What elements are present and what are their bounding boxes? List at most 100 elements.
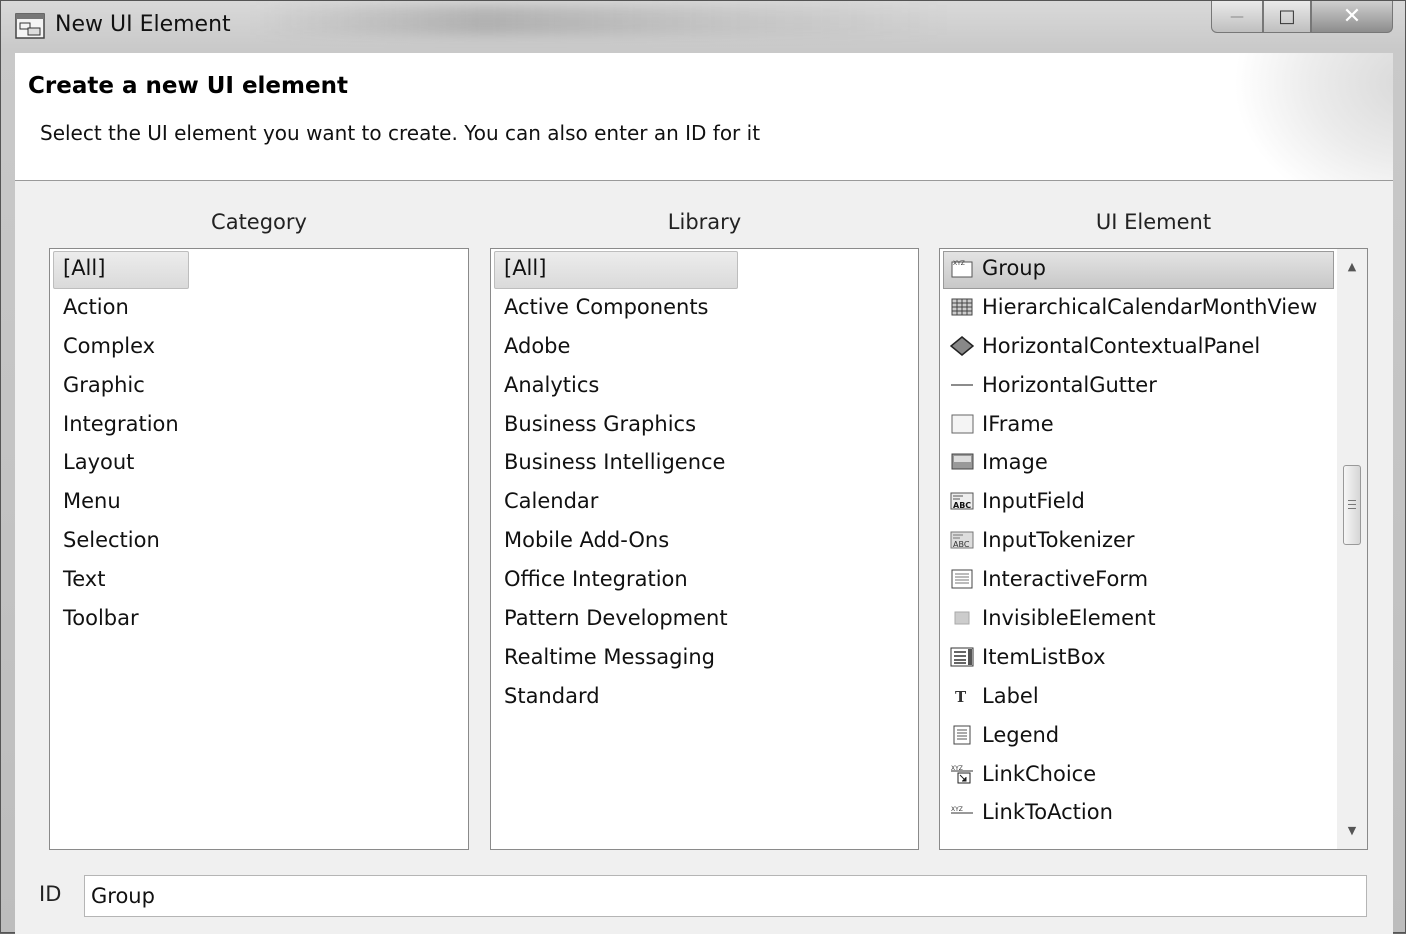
ui-element-item[interactable]: ABC InputField [940,482,1337,521]
category-item-label: Menu [63,489,121,514]
id-input[interactable] [84,875,1367,917]
library-item-label: Analytics [504,372,600,397]
ui-element-item-label: InvisibleElement [982,606,1156,631]
library-item[interactable]: Pattern Development [491,599,918,638]
library-item[interactable]: Business Intelligence [491,443,918,482]
input-field-icon: ABC [950,492,974,510]
category-item[interactable]: Layout [50,443,468,482]
ui-element-list[interactable]: XYZ Group HierarchicalCalendarMonthView Hor… [939,248,1368,850]
library-item[interactable]: Realtime Messaging [491,638,918,677]
form-icon [951,569,973,589]
ui-element-item-label: HierarchicalCalendarMonthView [982,294,1318,319]
category-item[interactable]: Integration [50,405,468,444]
library-item-label: Business Intelligence [504,450,726,475]
svg-text:ABC: ABC [953,501,971,510]
close-button[interactable]: ✕ [1311,1,1393,33]
ui-element-item-label: Label [982,683,1039,708]
ui-element-item[interactable]: InvisibleElement [940,599,1337,638]
library-item[interactable]: Adobe [491,327,918,366]
library-item[interactable]: Business Graphics [491,405,918,444]
frame-icon [951,414,974,434]
library-item-label: Calendar [504,489,599,514]
ui-element-item[interactable]: IFrame [940,405,1337,444]
category-item[interactable]: Graphic [50,366,468,405]
diamond-icon [950,335,974,356]
ui-element-item-label: ItemListBox [982,644,1106,669]
library-item-label: Pattern Development [504,606,728,631]
category-item-label: Complex [63,333,156,358]
category-item-label: Text [63,567,106,592]
ui-element-item[interactable]: XYZ Group [940,249,1337,289]
library-item[interactable]: Analytics [491,366,918,405]
ui-element-item-label: InputField [982,489,1085,514]
window-title: New UI Element [55,12,231,37]
id-label: ID [39,882,62,906]
library-item[interactable]: Active Components [491,288,918,327]
library-item[interactable]: Standard [491,677,918,716]
ui-element-item[interactable]: Image [940,443,1337,482]
ui-element-item-label: InteractiveForm [982,567,1149,592]
category-item[interactable]: Complex [50,327,468,366]
library-item-label: Office Integration [504,567,688,592]
background-blur [251,5,951,35]
library-item-label: Realtime Messaging [504,644,715,669]
label-t-icon: T [955,688,967,706]
image-icon [951,453,974,470]
ui-element-item[interactable]: XYZ LinkChoice [940,755,1337,794]
ui-element-item[interactable]: InteractiveForm [940,560,1337,599]
scroll-down-arrow-icon[interactable]: ▼ [1337,817,1367,845]
library-label: Library [667,210,742,234]
category-item[interactable]: Text [50,560,468,599]
close-icon: ✕ [1342,4,1362,29]
calendar-grid-icon [951,298,973,316]
svg-text:T: T [955,688,967,706]
category-item[interactable]: [All] [50,249,468,289]
ui-element-item[interactable]: ABC InputTokenizer [940,521,1337,560]
category-item-label: [All] [63,256,106,280]
dialog-content: Create a new UI element Select the UI el… [15,53,1393,934]
title-bar[interactable]: New UI Element — □ ✕ [1,1,1405,51]
group-icon: XYZ [951,260,973,278]
category-item[interactable]: Selection [50,521,468,560]
ui-element-item[interactable]: HorizontalContextualPanel [940,327,1337,366]
ui-element-app-icon [15,13,45,39]
window-controls: — □ ✕ [1211,1,1393,35]
ui-element-scrollbar[interactable]: ▲ ▼ [1337,249,1367,849]
category-item[interactable]: Action [50,288,468,327]
category-item[interactable]: Menu [50,482,468,521]
maximize-button[interactable]: □ [1263,1,1311,33]
library-item-label: Active Components [504,294,709,319]
category-label: Category [211,210,307,234]
category-list[interactable]: [All] Action Complex Graphic Integration Layo… [49,248,469,850]
library-item-label: [All] [504,256,547,280]
header-title: Create a new UI element [28,73,348,99]
ui-element-item-label: InputTokenizer [982,528,1135,553]
list-box-icon [950,647,974,667]
category-item-label: Layout [63,450,135,475]
ui-element-item[interactable]: ItemListBox [940,638,1337,677]
library-item[interactable]: Calendar [491,482,918,521]
scroll-up-arrow-icon[interactable]: ▲ [1337,253,1367,281]
category-item[interactable]: Toolbar [50,599,468,638]
library-item[interactable]: Mobile Add-Ons [491,521,918,560]
header-decoration [1233,53,1393,180]
scrollbar-thumb[interactable] [1343,465,1361,545]
ui-element-item[interactable]: HorizontalGutter [940,366,1337,405]
library-list[interactable]: [All] Active Components Adobe Analytics Busi… [490,248,919,850]
ui-element-item[interactable]: Legend [940,716,1337,755]
library-item[interactable]: Office Integration [491,560,918,599]
dialog-window: New UI Element — □ ✕ Create a new UI ele… [0,0,1406,934]
library-item-label: Standard [504,683,600,708]
library-item[interactable]: [All] [491,249,918,289]
ui-element-item-label: Group [982,256,1046,280]
ui-element-item[interactable]: T Label [940,677,1337,716]
minimize-button[interactable]: — [1211,1,1263,33]
ui-element-item[interactable]: HierarchicalCalendarMonthView [940,288,1337,327]
ui-element-item-label: HorizontalGutter [982,372,1157,397]
library-item-label: Adobe [504,333,571,358]
horizontal-line-icon [951,383,973,386]
library-item-label: Business Graphics [504,411,697,436]
header-subtitle: Select the UI element you want to create… [40,121,761,145]
category-item-label: Integration [63,411,179,436]
ui-element-item[interactable]: XYZ LinkToAction [940,793,1337,832]
